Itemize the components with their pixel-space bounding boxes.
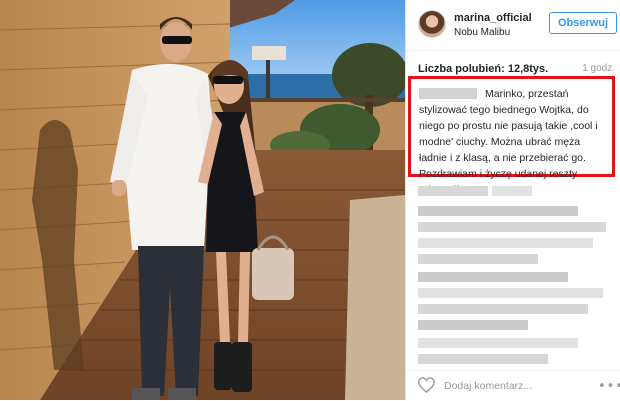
follow-button[interactable]: Obserwuj xyxy=(549,12,617,34)
blurred-comment-line xyxy=(418,354,548,364)
post-photo[interactable] xyxy=(0,0,405,400)
likes-count[interactable]: Liczba polubień: 12,8tys. xyxy=(418,63,548,75)
username[interactable]: marina_official xyxy=(454,12,532,24)
blurred-comment-line xyxy=(418,338,578,348)
location-link[interactable]: Nobu Malibu xyxy=(454,27,510,38)
blurred-comment-line xyxy=(418,254,538,264)
heart-icon[interactable] xyxy=(417,377,436,398)
comment-footer: ••• xyxy=(406,370,620,401)
blurred-comment-line xyxy=(418,288,603,298)
blurred-comment-line xyxy=(492,186,532,196)
blurred-comment-line xyxy=(418,222,606,232)
post-sidebar: marina_official Nobu Malibu Obserwuj Lic… xyxy=(405,0,620,400)
blurred-comment-line xyxy=(418,206,578,216)
highlighted-comment: Marinko, przestań stylizować tego biedne… xyxy=(408,76,615,196)
post-header: marina_official Nobu Malibu Obserwuj xyxy=(406,0,620,51)
more-icon[interactable]: ••• xyxy=(598,379,620,394)
post-timestamp[interactable]: 1 godz. xyxy=(582,63,615,74)
blurred-comment-line xyxy=(418,272,568,282)
avatar[interactable] xyxy=(418,10,446,38)
photo-scene xyxy=(0,0,405,400)
blurred-comment-line xyxy=(418,320,528,330)
blurred-comment-line xyxy=(418,186,488,196)
blurred-comment-line xyxy=(418,238,593,248)
comment-text: Marinko, przestań stylizować tego biedne… xyxy=(419,88,598,196)
comment-input[interactable] xyxy=(444,377,584,395)
blurred-comment-line xyxy=(418,304,588,314)
